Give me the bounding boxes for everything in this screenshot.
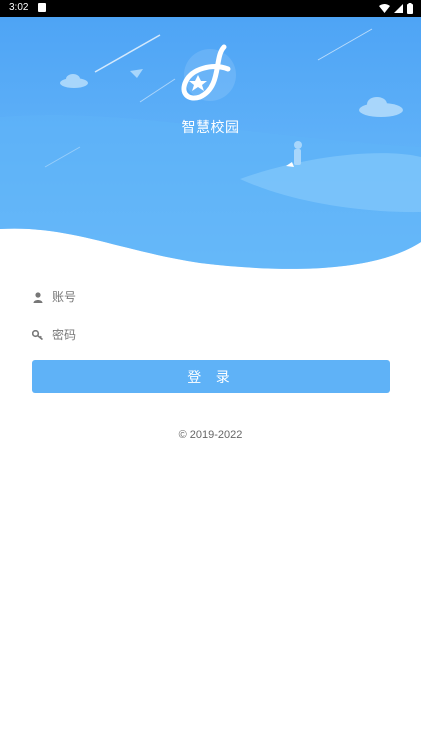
username-field[interactable] xyxy=(32,285,390,309)
notification-icon xyxy=(38,3,46,12)
key-icon xyxy=(32,329,44,341)
copyright-text: © 2019-2022 xyxy=(178,429,243,441)
app-title: 智慧校园 xyxy=(181,120,240,136)
login-button[interactable]: 登 录 xyxy=(32,360,390,393)
wifi-icon xyxy=(379,4,390,13)
status-time: 3:02 xyxy=(9,2,29,13)
username-input[interactable] xyxy=(52,290,352,304)
password-field[interactable] xyxy=(32,323,390,347)
hero-banner xyxy=(0,17,421,269)
password-input[interactable] xyxy=(52,328,352,342)
battery-icon xyxy=(407,3,413,14)
user-icon xyxy=(32,291,44,303)
signal-icon xyxy=(394,4,403,13)
status-icons xyxy=(379,3,413,14)
status-bar: 3:02 xyxy=(0,0,421,17)
